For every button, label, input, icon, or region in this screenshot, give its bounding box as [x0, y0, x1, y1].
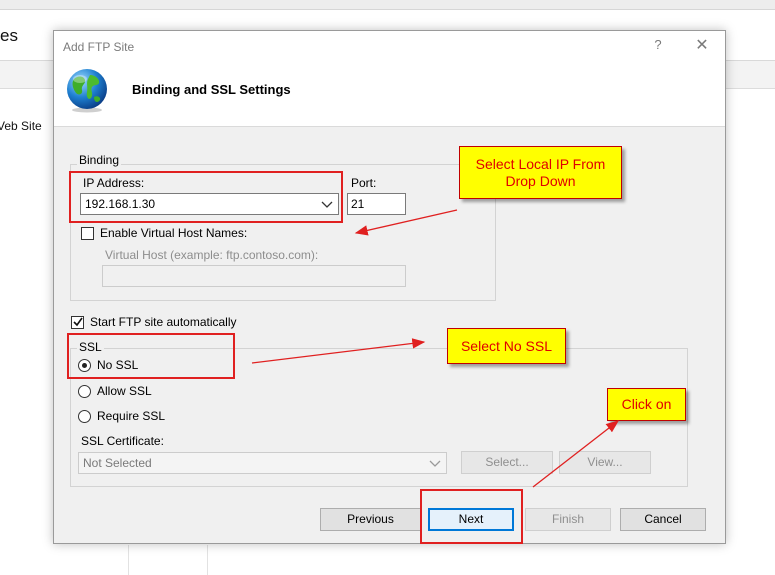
- require-ssl-label[interactable]: Require SSL: [97, 409, 165, 423]
- dialog-header: Binding and SSL Settings: [54, 61, 725, 127]
- ssl-certificate-label: SSL Certificate:: [81, 434, 164, 448]
- allow-ssl-label[interactable]: Allow SSL: [97, 384, 152, 398]
- background-top-bar: [0, 0, 775, 10]
- view-certificate-button: View...: [559, 451, 651, 474]
- binding-group-label: Binding: [77, 153, 122, 167]
- globe-icon: [67, 69, 107, 113]
- port-value: 21: [351, 197, 365, 211]
- previous-button[interactable]: Previous: [320, 508, 421, 531]
- virtual-host-input: [102, 265, 406, 287]
- port-input[interactable]: 21: [347, 193, 406, 215]
- ip-address-highlight: [69, 171, 343, 223]
- allow-ssl-radio[interactable]: [78, 385, 91, 398]
- ssl-highlight: [67, 333, 235, 379]
- callout-click-on: Click on: [607, 388, 686, 421]
- ssl-certificate-dropdown: Not Selected: [78, 452, 447, 474]
- check-icon: [73, 317, 83, 327]
- background-column-line: [207, 545, 208, 575]
- start-auto-checkbox[interactable]: [71, 316, 84, 329]
- close-icon[interactable]: ✕: [692, 35, 712, 55]
- require-ssl-radio[interactable]: [78, 410, 91, 423]
- finish-button: Finish: [525, 508, 611, 531]
- help-icon[interactable]: ?: [651, 37, 665, 53]
- cancel-button[interactable]: Cancel: [620, 508, 706, 531]
- virtual-host-checkbox-label[interactable]: Enable Virtual Host Names:: [100, 226, 247, 240]
- page-title: Binding and SSL Settings: [132, 82, 291, 97]
- start-auto-label[interactable]: Start FTP site automatically: [90, 315, 237, 329]
- ssl-certificate-value: Not Selected: [83, 456, 152, 470]
- background-column-line: [128, 545, 129, 575]
- virtual-host-checkbox[interactable]: [81, 227, 94, 240]
- add-ftp-site-dialog: Add FTP Site ? ✕ Binding and SSL Setting…: [53, 30, 726, 544]
- port-label: Port:: [351, 176, 377, 190]
- next-button-highlight: [420, 489, 523, 544]
- callout-no-ssl: Select No SSL: [447, 328, 566, 364]
- virtual-host-label: Virtual Host (example: ftp.contoso.com):: [105, 248, 319, 262]
- dialog-title: Add FTP Site: [63, 40, 135, 54]
- background-title-fragment: es: [0, 26, 18, 45]
- background-list-item[interactable]: Veb Site: [0, 119, 42, 133]
- callout-select-ip: Select Local IP From Drop Down: [459, 146, 622, 199]
- select-certificate-button: Select...: [461, 451, 553, 474]
- dialog-titlebar: Add FTP Site ? ✕: [54, 31, 725, 61]
- chevron-down-icon: [429, 460, 441, 467]
